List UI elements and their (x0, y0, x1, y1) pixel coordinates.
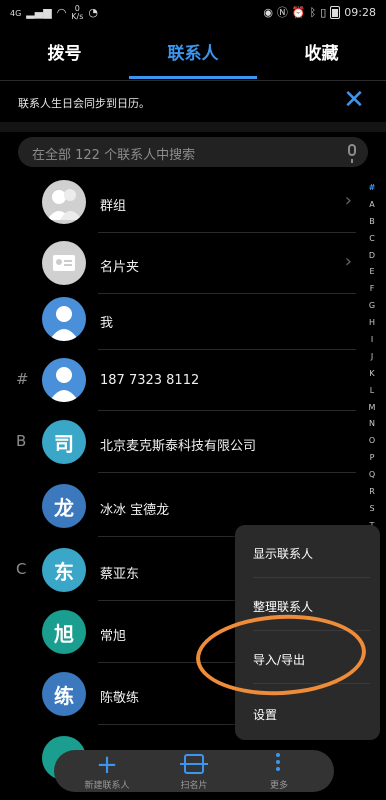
alphabet-index-item[interactable]: A (364, 197, 380, 214)
contact-name: 187 7323 8112 (100, 373, 200, 388)
menu-divider (253, 630, 370, 631)
card-icon (42, 241, 86, 285)
alphabet-index-item[interactable]: L (364, 383, 380, 400)
new-contact-button[interactable]: + 新建联系人 (72, 750, 142, 792)
chevron-right-icon: › (344, 251, 352, 272)
alphabet-index-item[interactable]: M (364, 400, 380, 417)
contact-name: 蔡亚东 (100, 567, 140, 582)
contact-name: 陈敬练 (100, 691, 140, 706)
contact-name: 名片夹 (100, 260, 140, 275)
eye-icon: ◉ (263, 5, 273, 19)
alphabet-index-item[interactable]: G (364, 298, 380, 315)
person-icon (42, 297, 86, 341)
alphabet-index-item[interactable]: S (364, 501, 380, 518)
scan-card-label: 扫名片 (180, 781, 208, 791)
plus-icon: + (96, 750, 118, 780)
sync-icon: ◔ (88, 6, 99, 19)
net-speed: 0 K/s (71, 4, 84, 21)
alphabet-index-item[interactable]: R (364, 484, 380, 501)
alphabet-index-item[interactable]: E (364, 264, 380, 281)
menu-item-import-export[interactable]: 导入/导出 (253, 651, 305, 668)
microphone-icon[interactable] (348, 144, 356, 163)
alphabet-index-item[interactable]: I (364, 332, 380, 349)
menu-item-organize-contacts[interactable]: 整理联系人 (253, 598, 313, 615)
contact-name: 北京麦克斯泰科技有限公司 (100, 439, 257, 454)
new-contact-label: 新建联系人 (84, 781, 130, 791)
status-bar: 4G ▂▄▆ ◠ 0 K/s ◔ ◉ Ⓝ ⏰ ᛒ ▯ 09:28 (0, 0, 386, 26)
bottom-action-bar: + 新建联系人 扫名片 更多 (54, 750, 334, 792)
alphabet-index-item[interactable]: J (364, 349, 380, 366)
contact-name: 常旭 (100, 629, 127, 644)
alphabet-index-item[interactable]: N (364, 416, 380, 433)
contact-avatar: 龙 (42, 484, 86, 528)
menu-item-display-contacts[interactable]: 显示联系人 (253, 545, 313, 562)
tab-contacts[interactable]: 联系人 (129, 36, 257, 76)
banner-text: 联系人生日会同步到日历。 (18, 97, 150, 110)
more-button[interactable]: 更多 (244, 750, 314, 792)
menu-divider (253, 577, 370, 578)
birthday-sync-banner: 联系人生日会同步到日历。 ✕ (0, 82, 386, 122)
tab-bar: 拨号 联系人 收藏 (0, 36, 386, 80)
alphabet-index-item[interactable]: H (364, 315, 380, 332)
alphabet-index-item[interactable]: Q (364, 467, 380, 484)
vibrate-icon: ▯ (320, 5, 327, 19)
nfc-icon: Ⓝ (276, 5, 288, 19)
list-item-business-cards[interactable]: 名片夹 › (0, 233, 360, 294)
row-divider (98, 349, 356, 350)
alphabet-index-item[interactable]: D (364, 248, 380, 265)
contact-avatar: 司 (42, 420, 86, 464)
scan-card-button[interactable]: 扫名片 (159, 750, 229, 792)
contact-name: 我 (100, 316, 114, 331)
alphabet-index-item[interactable]: K (364, 366, 380, 383)
contact-avatar: 旭 (42, 610, 86, 654)
separator-band (0, 122, 386, 132)
person-icon (42, 358, 86, 402)
list-item-groups[interactable]: 群组 › (0, 172, 360, 233)
tab-dialer[interactable]: 拨号 (0, 36, 129, 76)
alphabet-index-item[interactable]: B (364, 214, 380, 231)
alphabet-index-item[interactable]: O (364, 433, 380, 450)
wifi-icon: ◠ (56, 6, 67, 19)
row-divider (98, 410, 356, 411)
alphabet-index-item[interactable]: # (364, 180, 380, 197)
more-menu: 显示联系人 整理联系人 导入/导出 设置 (235, 525, 380, 740)
more-vertical-icon (276, 753, 280, 774)
row-divider (98, 472, 356, 473)
menu-divider (253, 683, 370, 684)
search-placeholder: 在全部 122 个联系人中搜索 (32, 148, 196, 163)
battery-icon (330, 6, 341, 19)
bluetooth-icon: ᛒ (309, 5, 317, 19)
close-icon[interactable]: ✕ (342, 87, 366, 113)
alphabet-index-item[interactable]: P (364, 450, 380, 467)
network-type: 4G (10, 8, 22, 18)
alphabet-index-item[interactable]: F (364, 281, 380, 298)
contact-avatar: 东 (42, 548, 86, 592)
alphabet-index-item[interactable]: C (364, 231, 380, 248)
tab-favorites[interactable]: 收藏 (257, 36, 386, 76)
group-icon (42, 180, 86, 224)
contact-avatar: 练 (42, 672, 86, 716)
active-tab-indicator (129, 76, 257, 79)
more-label: 更多 (269, 781, 288, 791)
divider (0, 80, 386, 81)
alarm-icon: ⏰ (291, 5, 306, 19)
list-item-contact[interactable]: 187 7323 8112 (0, 355, 360, 416)
scan-line (180, 763, 208, 765)
menu-item-settings[interactable]: 设置 (253, 706, 277, 723)
chevron-right-icon: › (344, 190, 352, 211)
list-item-contact[interactable]: 司 北京麦克斯泰科技有限公司 (0, 417, 360, 478)
signal-icon: ▂▄▆ (26, 6, 52, 19)
list-item-me[interactable]: 我 (0, 294, 360, 355)
status-time: 09:28 (344, 6, 376, 19)
search-input[interactable]: 在全部 122 个联系人中搜索 (18, 137, 368, 167)
contact-name: 冰冰 宝德龙 (100, 503, 170, 518)
contact-name: 群组 (100, 199, 127, 214)
